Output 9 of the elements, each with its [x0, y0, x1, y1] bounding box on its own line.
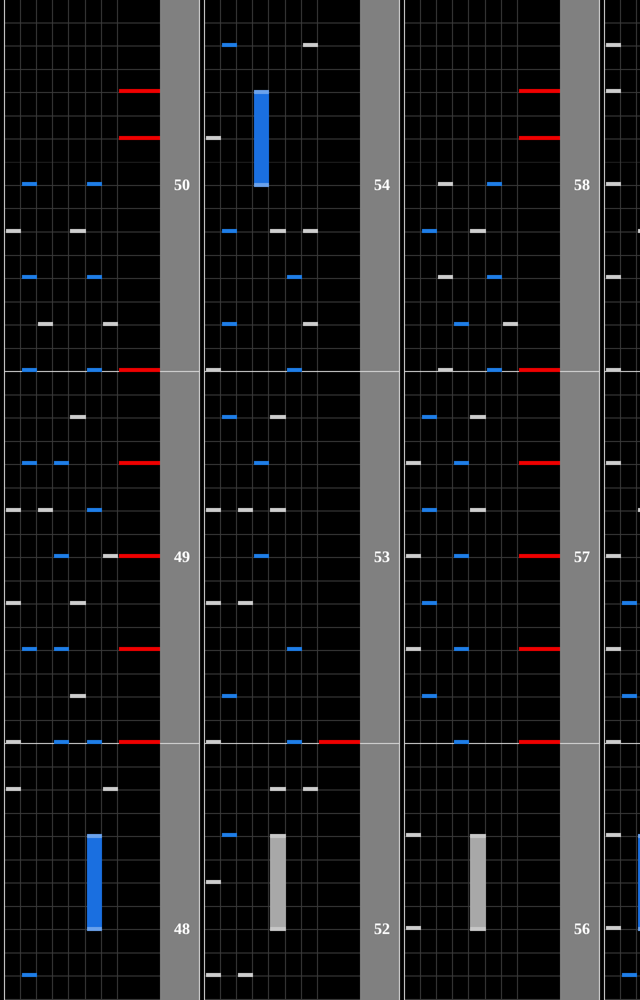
measure-number: 58 — [574, 176, 590, 194]
measure-number: 49 — [174, 548, 190, 566]
measure-number: 48 — [174, 920, 190, 938]
measure-number: 54 — [374, 176, 390, 194]
measure-number: 50 — [174, 176, 190, 194]
measure-number: 56 — [574, 920, 590, 938]
measure-number: 53 — [374, 548, 390, 566]
measure-number: 57 — [574, 548, 590, 566]
measure-number: 52 — [374, 920, 390, 938]
